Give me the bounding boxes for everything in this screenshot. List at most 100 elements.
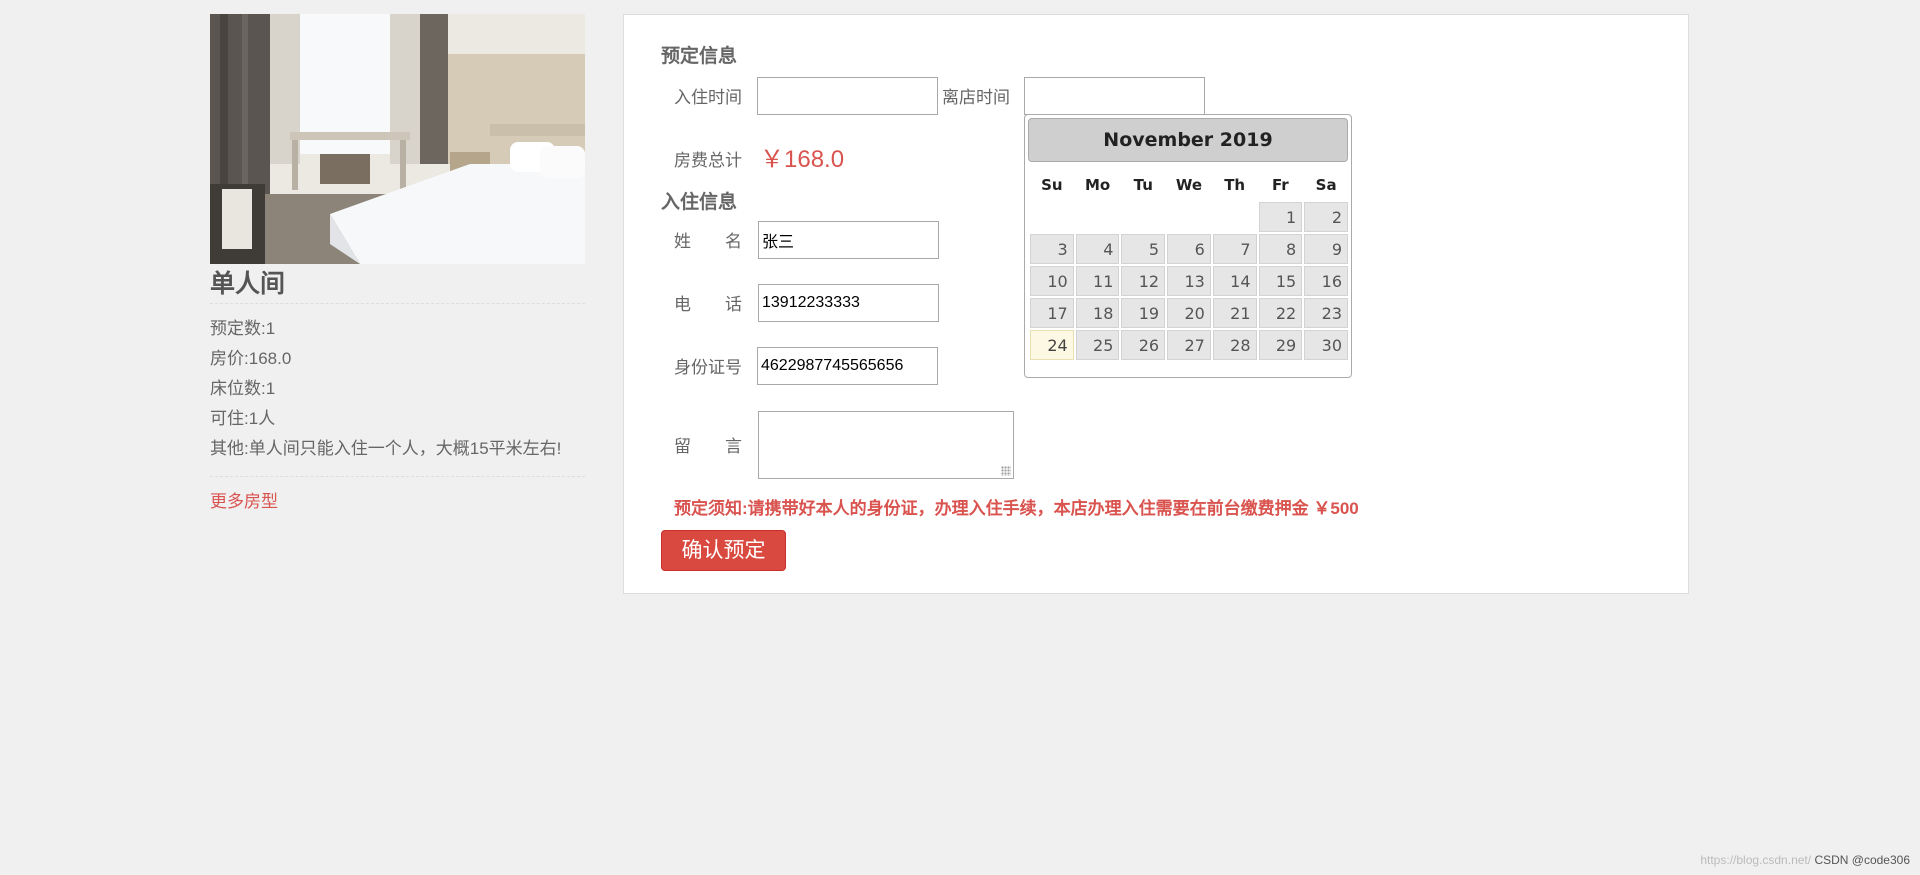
datepicker-cell: 2: [1304, 202, 1348, 232]
room-info-value: 168.0: [248, 349, 292, 368]
datepicker-day[interactable]: 10: [1030, 266, 1074, 296]
datepicker-day[interactable]: 4: [1075, 234, 1120, 264]
phone-label: 电 话: [674, 295, 742, 314]
datepicker-month-title: November 2019: [1028, 118, 1348, 162]
datepicker-cell: 23: [1304, 298, 1348, 328]
more-room-types-link[interactable]: 更多房型: [210, 487, 278, 512]
room-info-value: 单人间只能入住一个人，大概15平米左右!: [248, 439, 562, 458]
room-info-price: 房价:168.0: [210, 344, 585, 374]
datepicker-day[interactable]: 20: [1167, 298, 1211, 328]
datepicker-cell: 18: [1075, 298, 1120, 328]
guest-id-input[interactable]: [757, 347, 938, 385]
room-info-label: 其他:: [210, 439, 249, 458]
datepicker-cell: 1: [1258, 202, 1303, 232]
resize-grip-icon[interactable]: [1001, 466, 1011, 476]
message-label: 留 言: [674, 437, 742, 456]
room-info-booked: 预定数:1: [210, 314, 585, 344]
datepicker-cell: 16: [1304, 266, 1348, 296]
datepicker-calendar: Su Mo Tu We Th Fr Sa 1 2 3 4 5 6 7 8 9 10 11 12 13 14…: [1028, 168, 1350, 362]
datepicker-cell: 14: [1212, 266, 1257, 296]
room-info-other: 其他:单人间只能入住一个人，大概15平米左右!: [210, 434, 585, 464]
room-info-label: 房价:: [210, 349, 249, 368]
booking-notice: 预定须知:请携带好本人的身份证，办理入住手续，本店办理入住需要在前台缴费押金 ￥…: [674, 499, 1359, 518]
datepicker-day[interactable]: 14: [1212, 266, 1257, 296]
datepicker-day[interactable]: 21: [1212, 298, 1257, 328]
datepicker-day[interactable]: 2: [1304, 202, 1348, 232]
datepicker-cell: 12: [1121, 266, 1166, 296]
datepicker-cell: [1213, 202, 1257, 232]
datepicker-cell: 9: [1304, 234, 1348, 264]
datepicker-day[interactable]: 1: [1258, 202, 1303, 232]
checkin-date-input[interactable]: [757, 77, 938, 115]
datepicker-cell: 20: [1167, 298, 1211, 328]
datepicker-day[interactable]: 12: [1121, 266, 1166, 296]
guest-phone-input[interactable]: [758, 284, 939, 322]
datepicker-day[interactable]: 19: [1121, 298, 1166, 328]
weekday-header: Fr: [1272, 176, 1289, 194]
datepicker-cell: 15: [1258, 266, 1303, 296]
datepicker-day[interactable]: 5: [1121, 234, 1166, 264]
weekday-header: Su: [1041, 176, 1063, 194]
weekday-header: Sa: [1315, 176, 1337, 194]
datepicker-day[interactable]: 18: [1075, 298, 1120, 328]
datepicker-cell: 3: [1030, 234, 1074, 264]
datepicker-cell: 4: [1075, 234, 1120, 264]
watermark: https://blog.csdn.net/ CSDN @code306: [1700, 853, 1910, 867]
checkin-label: 入住时间: [674, 88, 742, 107]
datepicker-day[interactable]: 28: [1212, 330, 1257, 360]
datepicker-cell: 22: [1258, 298, 1303, 328]
datepicker-day[interactable]: 23: [1304, 298, 1348, 328]
datepicker-cell: [1030, 202, 1074, 232]
datepicker-day[interactable]: 8: [1258, 234, 1303, 264]
datepicker-weeks: 1 2 3 4 5 6 7 8 9 10 11 12 13 14 15 16 17 18 19 20 21 22 23 24 2…: [1030, 202, 1348, 360]
datepicker-cell: 8: [1258, 234, 1303, 264]
room-info-beds: 床位数:1: [210, 374, 585, 404]
room-info-label: 可住:: [210, 409, 249, 428]
datepicker-day[interactable]: 27: [1167, 330, 1211, 360]
datepicker-day[interactable]: 30: [1304, 330, 1348, 360]
message-textarea[interactable]: [758, 411, 1014, 479]
datepicker-day[interactable]: 25: [1075, 330, 1120, 360]
datepicker-cell: [1076, 202, 1120, 232]
datepicker-day[interactable]: 26: [1121, 330, 1166, 360]
weekday-header: We: [1175, 176, 1203, 194]
datepicker-week-row: 12: [1030, 202, 1348, 232]
checkout-label: 离店时间: [942, 88, 1010, 107]
datepicker-cell: 6: [1167, 234, 1211, 264]
room-photo-illustration: [210, 14, 585, 264]
room-info-label: 预定数:: [210, 319, 266, 338]
watermark-author: CSDN @code306: [1814, 853, 1910, 867]
datepicker-day[interactable]: 6: [1167, 234, 1211, 264]
weekday-header: Mo: [1084, 176, 1111, 194]
datepicker-week-row: 3456789: [1030, 234, 1348, 264]
datepicker-cell: 7: [1212, 234, 1257, 264]
room-info-capacity: 可住:1人: [210, 404, 585, 434]
datepicker-day[interactable]: 22: [1258, 298, 1303, 328]
datepicker-day[interactable]: 7: [1212, 234, 1257, 264]
datepicker-day[interactable]: 15: [1258, 266, 1303, 296]
confirm-booking-button[interactable]: 确认预定: [661, 530, 786, 571]
room-info-label: 床位数:: [210, 379, 266, 398]
datepicker-cell: 10: [1030, 266, 1074, 296]
datepicker-day-today[interactable]: 24: [1030, 330, 1074, 360]
datepicker-day[interactable]: 29: [1258, 330, 1303, 360]
datepicker-cell: [1121, 202, 1165, 232]
guest-name-input[interactable]: [758, 221, 939, 259]
booking-section-title: 预定信息: [661, 46, 738, 67]
datepicker-day[interactable]: 13: [1167, 266, 1211, 296]
datepicker-cell: 19: [1121, 298, 1166, 328]
datepicker-day[interactable]: 11: [1075, 266, 1120, 296]
datepicker-cell: 13: [1167, 266, 1211, 296]
datepicker-cell: 11: [1075, 266, 1120, 296]
name-label: 姓 名: [674, 232, 742, 251]
datepicker-day[interactable]: 16: [1304, 266, 1348, 296]
checkout-date-input[interactable]: [1024, 77, 1205, 115]
datepicker-week-row: 10 11 12 13 14 15 16: [1030, 266, 1348, 296]
datepicker-day[interactable]: 9: [1304, 234, 1348, 264]
datepicker-cell: 30: [1304, 330, 1348, 360]
datepicker-cell: 25: [1075, 330, 1120, 360]
guest-section-title: 入住信息: [661, 192, 738, 213]
total-price: ￥168.0: [760, 146, 845, 173]
datepicker-day[interactable]: 17: [1030, 298, 1074, 328]
datepicker-day[interactable]: 3: [1030, 234, 1074, 264]
